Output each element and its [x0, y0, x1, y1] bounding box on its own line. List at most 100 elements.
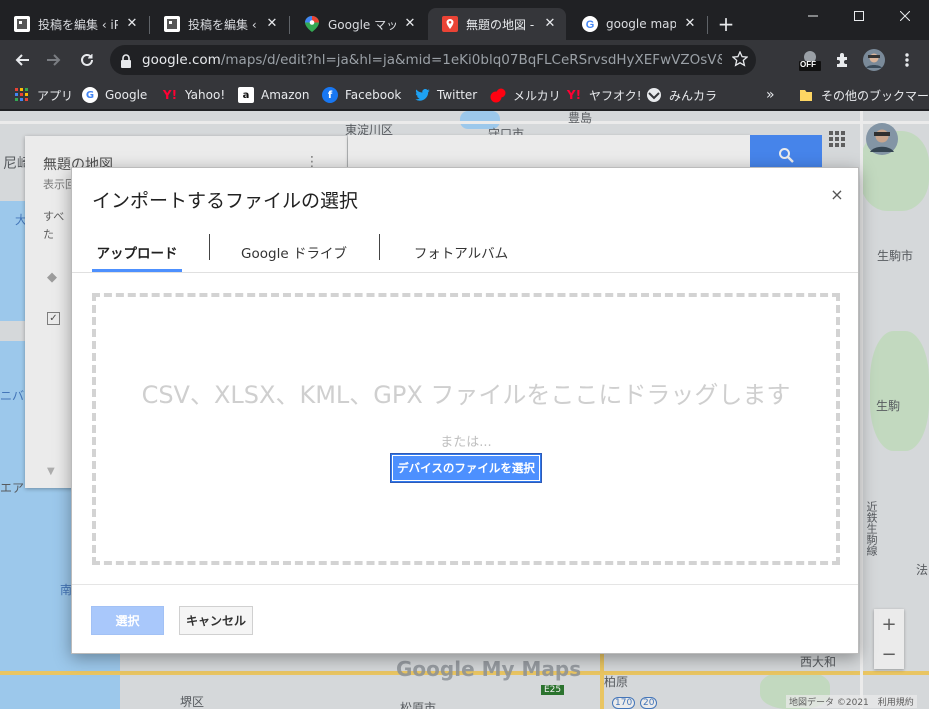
google-maps-pin-icon	[304, 16, 320, 32]
browser-tab-5[interactable]: G google maps ✕	[568, 8, 706, 40]
tab-separator	[707, 16, 708, 34]
url-path: /maps/d/edit?hl=ja&hl=ja&mid=1eKi0blq07B…	[220, 52, 722, 68]
close-dialog-button[interactable]: ×	[828, 186, 846, 204]
new-tab-button[interactable]: +	[716, 14, 736, 34]
footer-divider	[72, 584, 858, 585]
bookmarks-bar: アプリ G Google Y! Yahoo! a Amazon f Facebo…	[0, 80, 929, 110]
reload-button[interactable]	[75, 48, 99, 72]
bookmark-label: Facebook	[345, 88, 402, 102]
twitter-icon	[414, 87, 430, 103]
address-bar[interactable]: google.com/maps/d/edit?hl=ja&hl=ja&mid=1…	[110, 45, 756, 75]
profile-avatar[interactable]	[862, 48, 886, 72]
bookmark-facebook[interactable]: f Facebook	[322, 85, 401, 105]
tab-title: 無題の地図 - G	[466, 17, 536, 32]
folder-icon	[798, 87, 814, 103]
yahoo-auction-icon: Y!	[566, 88, 582, 102]
drop-zone-instructions: CSV、XLSX、KML、GPX ファイルをここにドラッグします	[141, 381, 791, 409]
reload-icon	[81, 53, 93, 66]
close-tab-icon[interactable]: ✕	[264, 16, 280, 32]
my-maps-pin-icon	[442, 16, 458, 32]
extension-off-label: OFF	[800, 60, 816, 69]
close-tab-icon[interactable]: ✕	[542, 16, 558, 32]
bookmarks-overflow-button[interactable]: »	[766, 85, 775, 105]
tab-upload[interactable]: アップロード	[92, 232, 182, 272]
minkara-icon	[646, 87, 662, 103]
url-host: google.com	[142, 52, 221, 68]
close-icon	[900, 11, 910, 21]
bookmarks-overflow-label: »	[766, 87, 775, 103]
forward-button[interactable]	[42, 48, 66, 72]
browser-tab-3[interactable]: Google マップ ✕	[290, 8, 426, 40]
bookmark-label: アプリ	[37, 88, 74, 103]
tab-google-drive[interactable]: Google ドライブ	[232, 232, 356, 272]
close-tab-icon[interactable]: ✕	[124, 16, 140, 32]
bookmark-label: Twitter	[437, 88, 478, 102]
tabs-divider	[72, 272, 858, 273]
google-icon: G	[82, 87, 98, 103]
bookmark-label: Google	[105, 88, 148, 102]
maximize-icon	[854, 11, 864, 21]
wordpress-icon	[164, 16, 180, 32]
minimize-icon	[808, 15, 818, 17]
bookmark-label: みんカラ	[669, 88, 718, 103]
facebook-icon: f	[322, 87, 338, 103]
kebab-menu-icon	[905, 53, 909, 67]
bookmark-apps[interactable]: アプリ	[14, 85, 73, 105]
yahoo-icon: Y!	[162, 88, 178, 102]
close-tab-icon[interactable]: ✕	[682, 16, 698, 32]
bookmark-star-icon[interactable]	[731, 50, 749, 71]
or-separator-text: または...	[440, 435, 492, 450]
other-bookmarks-folder[interactable]: その他のブックマーク	[798, 85, 929, 105]
bookmark-label: ヤフオク!	[589, 88, 642, 103]
google-icon: G	[582, 16, 598, 32]
bookmark-mercari[interactable]: メルカリ	[490, 85, 561, 105]
tab-title: Google マップ	[328, 17, 396, 32]
close-tab-icon[interactable]: ✕	[402, 16, 418, 32]
bookmark-yahoo[interactable]: Y! Yahoo!	[162, 85, 225, 105]
mercari-icon	[490, 87, 506, 103]
bookmark-label: Yahoo!	[185, 88, 226, 102]
tab-title: 投稿を編集 ‹ iP	[38, 17, 118, 32]
tab-title: 投稿を編集 ‹ iP	[188, 17, 258, 32]
lock-icon[interactable]	[120, 53, 132, 72]
svg-text:G: G	[586, 19, 595, 31]
bookmark-label: Amazon	[261, 88, 310, 102]
bookmark-google[interactable]: G Google	[82, 85, 147, 105]
wordpress-icon	[14, 16, 30, 32]
dialog-title: インポートするファイルの選択	[92, 190, 359, 212]
arrow-left-icon	[15, 54, 29, 66]
url-text: google.com/maps/d/edit?hl=ja&hl=ja&mid=1…	[142, 52, 722, 68]
other-bookmarks-label: その他のブックマーク	[821, 88, 929, 103]
tab-separator	[209, 234, 210, 260]
cancel-button[interactable]: キャンセル	[179, 606, 253, 635]
tab-photo-album[interactable]: フォトアルバム	[402, 232, 520, 272]
minimize-button[interactable]	[790, 0, 836, 32]
arrow-right-icon	[47, 54, 61, 66]
tab-separator	[379, 234, 380, 260]
apps-grid-icon	[14, 87, 30, 103]
tab-title: google maps	[606, 17, 676, 31]
bookmark-twitter[interactable]: Twitter	[414, 85, 477, 105]
browser-menu-button[interactable]	[895, 48, 919, 72]
browser-tab-2[interactable]: 投稿を編集 ‹ iP ✕	[150, 8, 288, 40]
tab-strip: 投稿を編集 ‹ iP ✕ 投稿を編集 ‹ iP ✕ Google マップ ✕ 無…	[0, 0, 929, 40]
maximize-button[interactable]	[836, 0, 882, 32]
browser-tab-4-active[interactable]: 無題の地図 - G ✕	[428, 8, 566, 40]
bookmark-label: メルカリ	[513, 88, 561, 103]
avatar-icon	[863, 49, 885, 71]
browser-tab-1[interactable]: 投稿を編集 ‹ iP ✕	[0, 8, 148, 40]
extension-off-button[interactable]: OFF	[797, 48, 823, 72]
select-file-from-device-button[interactable]: デバイスのファイルを選択	[390, 453, 542, 483]
import-file-dialog: インポートするファイルの選択 × アップロード Google ドライブ フォトア…	[71, 167, 859, 654]
browser-toolbar: google.com/maps/d/edit?hl=ja&hl=ja&mid=1…	[0, 40, 929, 80]
extensions-button[interactable]	[830, 48, 854, 72]
select-button[interactable]: 選択	[91, 606, 164, 635]
back-button[interactable]	[10, 48, 34, 72]
amazon-icon: a	[238, 87, 254, 103]
bookmark-minkara[interactable]: みんカラ	[646, 85, 717, 105]
file-drop-zone[interactable]: CSV、XLSX、KML、GPX ファイルをここにドラッグします または... …	[92, 293, 840, 565]
puzzle-icon	[837, 53, 847, 67]
bookmark-yahoo-auction[interactable]: Y! ヤフオク!	[566, 85, 642, 105]
bookmark-amazon[interactable]: a Amazon	[238, 85, 310, 105]
close-window-button[interactable]	[882, 0, 928, 32]
